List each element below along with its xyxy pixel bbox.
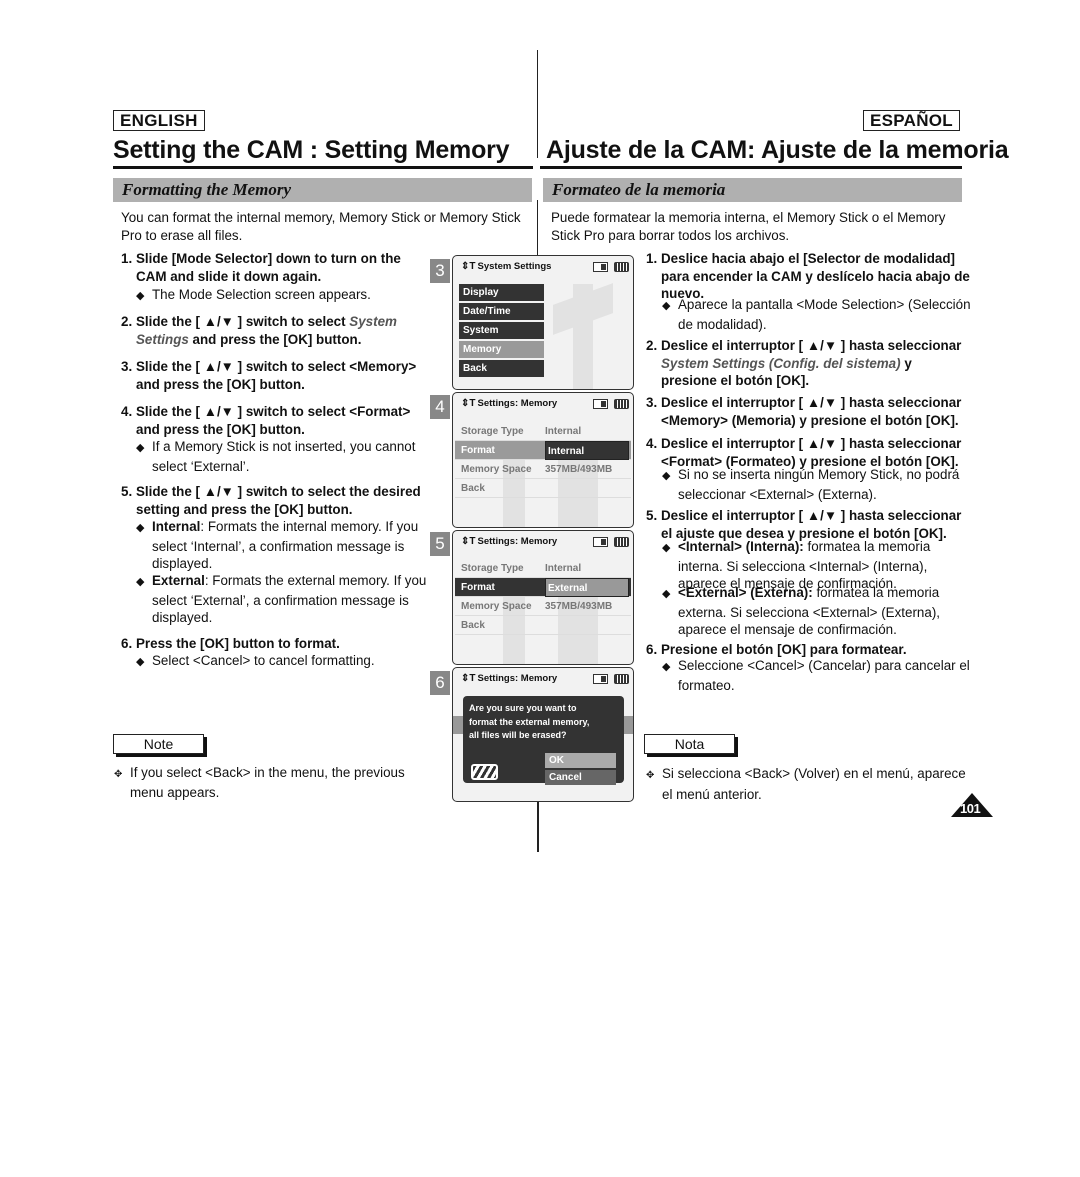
memory-stick-icon	[593, 537, 608, 547]
confirm-dialog: Are you sure you want to format the exte…	[463, 696, 624, 785]
row-memory-space: Memory Space 357MB/493MB	[455, 460, 631, 479]
language-label-english: ENGLISH	[113, 110, 205, 131]
settings-icon: ⇕T	[461, 673, 476, 684]
menu-item-memory[interactable]: Memory	[459, 341, 544, 358]
row-storage-type[interactable]: Storage Type Internal	[455, 422, 631, 441]
paso-5-externa: ◆ <External> (Externa): formatea la memor…	[662, 585, 940, 637]
language-label-espanol: ESPAÑOL	[862, 110, 960, 131]
paso-1: 1. Deslice hacia abajo el [Selector de mo…	[646, 251, 970, 301]
format-value-selected[interactable]: Internal	[545, 441, 629, 460]
ok-button[interactable]: OK	[545, 753, 616, 768]
settings-icon: ⇕T	[461, 536, 476, 547]
screen-step-badge-6: 6	[430, 671, 450, 695]
paso-5: 5. Deslice el interruptor [ ▲/▼ ] hasta s…	[646, 508, 962, 541]
paso-2: 2. Deslice el interruptor [ ▲/▼ ] hasta s…	[646, 338, 962, 388]
step-3: 3. Slide the [ ▲/▼ ] switch to select <Me…	[121, 359, 417, 392]
menu-item-back[interactable]: Back	[459, 360, 544, 377]
menu-item-system[interactable]: System	[459, 322, 544, 339]
page-number-badge: 101	[951, 793, 993, 817]
battery-icon	[614, 537, 629, 547]
column-divider-top	[537, 50, 538, 158]
note-text-espanol: ✥ Si selecciona <Back> (Volver) en el men…	[646, 766, 966, 802]
note-label-espanol: Nota	[644, 734, 735, 754]
confirm-message: Are you sure you want to format the exte…	[469, 703, 590, 740]
menu-item-display[interactable]: Display	[459, 284, 544, 301]
step-1-note: ◆ The Mode Selection screen appears.	[136, 287, 371, 302]
screen-settings-memory-internal: ⇕T Settings: Memory Storage Type Internal …	[452, 392, 634, 528]
title-rule-english	[113, 166, 533, 169]
screen-step-badge-5: 5	[430, 532, 450, 556]
step-4-note: ◆ If a Memory Stick is not inserted, you …	[136, 439, 416, 474]
paso-1-nota: ◆ Aparece la pantalla <Mode Selection> (S…	[662, 297, 971, 332]
column-divider-bottom	[537, 800, 539, 852]
screen-settings-memory-external: ⇕T Settings: Memory Storage Type Internal …	[452, 530, 634, 665]
settings-icon: ⇕T	[461, 261, 476, 272]
step-1: 1. Slide [Mode Selector] down to turn on …	[121, 251, 401, 284]
paso-4-nota: ◆ Si no se inserta ningún Memory Stick, n…	[662, 467, 960, 502]
section-heading-english: Formatting the Memory	[113, 178, 532, 202]
step-5-external-note: ◆ External: Formats the external memory. …	[136, 573, 427, 625]
row-format[interactable]: Format Internal	[455, 441, 631, 460]
system-settings-menu: Display Date/Time System Memory Back	[453, 284, 633, 377]
step-2: 2. Slide the [ ▲/▼ ] switch to select Sys…	[121, 314, 397, 347]
step-6-note: ◆ Select <Cancel> to cancel formatting.	[136, 653, 375, 668]
paso-6: 6. Presione el botón [OK] para formatear.	[646, 642, 907, 657]
step-4: 4. Slide the [ ▲/▼ ] switch to select <Fo…	[121, 404, 411, 437]
paso-6-nota: ◆ Seleccione <Cancel> (Cancelar) para can…	[662, 658, 970, 693]
memory-stick-icon	[593, 399, 608, 409]
screen-format-confirm: ⇕T Settings: Memory Are you sure you want…	[452, 667, 634, 802]
page-title-english: Setting the CAM : Setting Memory	[113, 136, 510, 164]
format-value-selected[interactable]: External	[545, 578, 629, 597]
battery-icon	[614, 399, 629, 409]
memory-stick-icon	[593, 262, 608, 272]
screen-header: ⇕T Settings: Memory	[453, 531, 633, 553]
section-heading-espanol: Formateo de la memoria	[543, 178, 962, 202]
memory-card-icon	[471, 764, 498, 780]
title-rule-espanol	[540, 166, 962, 169]
row-format[interactable]: Format External	[455, 578, 631, 597]
screen-step-badge-3: 3	[430, 259, 450, 283]
screen-header: ⇕T Settings: Memory	[453, 668, 633, 690]
step-5: 5. Slide the [ ▲/▼ ] switch to select the…	[121, 484, 421, 517]
screen-system-settings: ⇕T System Settings Display Date/Time Syst…	[452, 255, 634, 390]
row-back[interactable]: Back	[455, 616, 631, 635]
note-label-english: Note	[113, 734, 204, 754]
memory-stick-icon	[593, 674, 608, 684]
intro-espanol: Puede formatear la memoria interna, el M…	[551, 210, 946, 243]
screen-header: ⇕T Settings: Memory	[453, 393, 633, 415]
row-back[interactable]: Back	[455, 479, 631, 498]
paso-4: 4. Deslice el interruptor [ ▲/▼ ] hasta s…	[646, 436, 962, 469]
cancel-button[interactable]: Cancel	[545, 770, 616, 785]
row-storage-type[interactable]: Storage Type Internal	[455, 559, 631, 578]
menu-item-date-time[interactable]: Date/Time	[459, 303, 544, 320]
row-memory-space: Memory Space 357MB/493MB	[455, 597, 631, 616]
battery-icon	[614, 674, 629, 684]
page-title-espanol: Ajuste de la CAM: Ajuste de la memoria	[546, 136, 1009, 164]
screen-step-badge-4: 4	[430, 395, 450, 419]
intro-english: You can format the internal memory, Memo…	[121, 210, 521, 243]
step-6: 6. Press the [OK] button to format.	[121, 636, 340, 651]
step-5-internal-note: ◆ Internal: Formats the internal memory. …	[136, 519, 419, 571]
battery-icon	[614, 262, 629, 272]
settings-icon: ⇕T	[461, 398, 476, 409]
paso-3: 3. Deslice el interruptor [ ▲/▼ ] hasta s…	[646, 395, 962, 428]
screen-header: ⇕T System Settings	[453, 256, 633, 278]
column-divider-mid	[537, 200, 538, 255]
note-text-english: ✥ If you select <Back> in the menu, the p…	[114, 765, 405, 800]
